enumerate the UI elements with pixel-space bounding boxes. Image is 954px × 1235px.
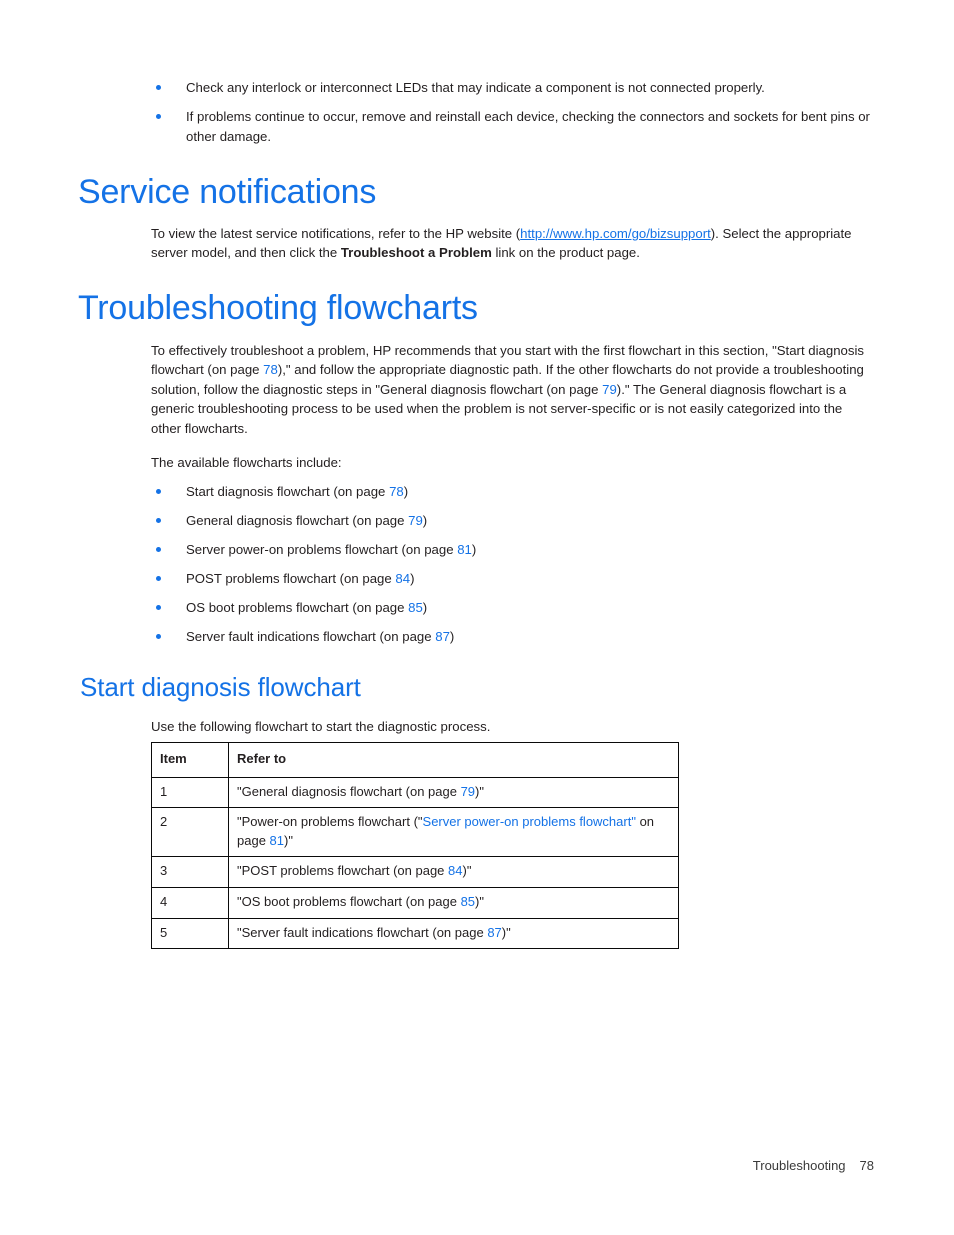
list-item: Start diagnosis flowchart (on page 78) — [151, 482, 873, 501]
cell-refer-to: "OS boot problems flowchart (on page 85)… — [228, 886, 679, 919]
bullet-text-before: General diagnosis flowchart (on page — [186, 512, 409, 528]
bullet-dot-icon — [156, 546, 161, 552]
cell-text-before: "Server fault indications flowchart (on … — [237, 924, 488, 940]
list-item: If problems continue to occur, remove an… — [151, 107, 873, 146]
cell-item-number: 5 — [151, 917, 229, 950]
footer-chapter-name: Troubleshooting — [752, 1158, 846, 1173]
bullet-text-after: ) — [422, 512, 428, 528]
table-row: 4 "OS boot problems flowchart (on page 8… — [151, 886, 679, 919]
bullet-dot-icon — [156, 517, 161, 523]
troubleshooting-intro-paragraph: To effectively troubleshoot a problem, H… — [151, 341, 873, 438]
table-row: 5 "Server fault indications flowchart (o… — [151, 917, 679, 950]
top-bullet-list: Check any interlock or interconnect LEDs… — [151, 78, 873, 146]
cell-item-number: 1 — [151, 776, 229, 809]
bullet-dot-icon — [156, 633, 161, 639]
hp-bizsupport-link[interactable]: http://www.hp.com/go/bizsupport — [520, 226, 711, 241]
cell-refer-to: "General diagnosis flowchart (on page 79… — [228, 776, 679, 809]
cell-text-after: )" — [462, 863, 472, 879]
page-ref[interactable]: 84 — [395, 571, 410, 586]
list-item: Server fault indications flowchart (on p… — [151, 627, 873, 646]
page-ref[interactable]: 85 — [461, 894, 475, 909]
document-page: Check any interlock or interconnect LEDs… — [0, 0, 954, 1235]
heading-troubleshooting-flowcharts: Troubleshooting flowcharts — [78, 289, 478, 327]
heading-service-notifications: Service notifications — [78, 173, 377, 211]
page-ref-79[interactable]: 79 — [602, 382, 617, 397]
bullet-text-after: ) — [410, 570, 415, 586]
bullet-text-before: POST problems flowchart (on page — [186, 570, 396, 586]
column-header-refer-to: Refer to — [228, 742, 679, 778]
bullet-dot-icon — [156, 85, 161, 90]
page-ref[interactable]: 85 — [408, 600, 423, 615]
cell-text-after: )" — [284, 832, 293, 848]
page-ref[interactable]: 81 — [457, 542, 472, 557]
list-item: Check any interlock or interconnect LEDs… — [151, 78, 873, 97]
bullet-dot-icon — [156, 575, 161, 581]
list-item: POST problems flowchart (on page 84) — [151, 569, 873, 588]
page-ref[interactable]: 78 — [389, 484, 404, 499]
bullet-text-before: Server power-on problems flowchart (on p… — [186, 541, 458, 557]
page-ref[interactable]: 79 — [461, 784, 475, 799]
paragraph-text-before-link: To view the latest service notifications… — [151, 226, 521, 241]
cell-text-before: "OS boot problems flowchart (on page — [237, 893, 461, 909]
page-ref-78[interactable]: 78 — [263, 362, 278, 377]
troubleshoot-a-problem-label: Troubleshoot a Problem — [340, 245, 492, 261]
service-notifications-paragraph: To view the latest service notifications… — [151, 224, 873, 263]
bullet-text: If problems continue to occur, remove an… — [186, 109, 870, 144]
page-ref[interactable]: 79 — [408, 513, 423, 528]
heading-start-diagnosis-flowchart: Start diagnosis flowchart — [80, 672, 361, 702]
start-diagnosis-intro: Use the following flowchart to start the… — [151, 719, 491, 734]
cell-item-number: 4 — [151, 886, 229, 919]
cell-text-before: "POST problems flowchart (on page — [237, 863, 449, 879]
cell-refer-to: "POST problems flowchart (on page 84)" — [228, 856, 679, 888]
column-header-item: Item — [151, 742, 229, 778]
bullet-text-after: ) — [422, 599, 428, 615]
table-row: 1 "General diagnosis flowchart (on page … — [151, 776, 679, 809]
page-ref[interactable]: 87 — [487, 925, 501, 940]
cell-item-number: 2 — [151, 807, 229, 858]
cell-refer-to: "Server fault indications flowchart (on … — [228, 917, 679, 950]
page-ref[interactable]: 84 — [448, 863, 462, 878]
cross-reference-link[interactable]: Server power-on problems flowchart" — [423, 814, 636, 829]
bullet-text: Check any interlock or interconnect LEDs… — [186, 80, 765, 95]
table-row: 2 "Power-on problems flowchart ("Server … — [151, 807, 679, 858]
page-ref[interactable]: 87 — [435, 629, 450, 644]
available-flowcharts-label: The available flowcharts include: — [151, 455, 342, 470]
cell-text-before: "Power-on problems flowchart (" — [237, 814, 423, 830]
bullet-text-before: Server fault indications flowchart (on p… — [186, 628, 436, 644]
bullet-text-after: ) — [471, 541, 477, 557]
list-item: Server power-on problems flowchart (on p… — [151, 540, 873, 559]
cell-text-after: )" — [475, 783, 484, 799]
list-item: OS boot problems flowchart (on page 85) — [151, 598, 873, 617]
cell-text-before: "General diagnosis flowchart (on page — [237, 783, 461, 799]
table-header-row: Item Refer to — [151, 742, 679, 778]
cell-text-after: )" — [501, 924, 511, 940]
flowcharts-bullet-list: Start diagnosis flowchart (on page 78) G… — [151, 482, 873, 646]
bullet-text-before: Start diagnosis flowchart (on page — [186, 484, 390, 499]
footer-page-number: 78 — [859, 1158, 874, 1173]
cell-text-after: )" — [475, 893, 484, 909]
bullet-text-after: ) — [403, 484, 409, 499]
bullet-dot-icon — [156, 489, 161, 494]
paragraph-text-tail: link on the product page. — [491, 245, 640, 261]
table-row: 3 "POST problems flowchart (on page 84)" — [151, 856, 679, 888]
list-item: General diagnosis flowchart (on page 79) — [151, 511, 873, 530]
cell-refer-to: "Power-on problems flowchart ("Server po… — [228, 807, 679, 858]
bullet-dot-icon — [156, 604, 161, 610]
start-diagnosis-table: Item Refer to 1 "General diagnosis flowc… — [151, 742, 679, 950]
page-ref[interactable]: 81 — [270, 833, 284, 848]
bullet-text-after: ) — [449, 628, 455, 644]
page-footer: Troubleshooting 78 — [0, 1158, 874, 1173]
cell-item-number: 3 — [151, 856, 229, 888]
bullet-text-before: OS boot problems flowchart (on page — [186, 599, 409, 615]
bullet-dot-icon — [156, 114, 161, 120]
